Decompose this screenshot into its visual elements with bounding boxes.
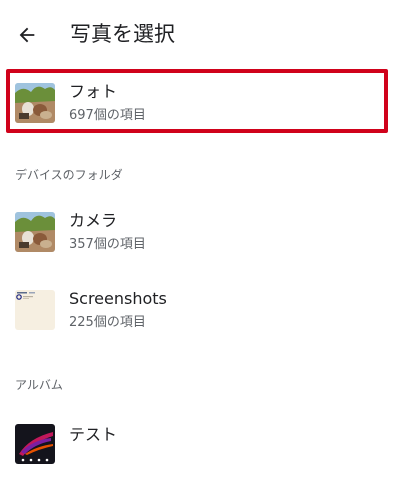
wallpaper-thumbnail [15,424,55,464]
photo-thumbnail [15,212,55,252]
list-item-count: 225個の項目 [69,315,146,330]
photo-thumbnail [15,83,55,123]
list-item-test-album[interactable]: テスト [0,411,400,481]
list-item-title: Screenshots [69,289,167,308]
list-item-camera[interactable]: カメラ 357個の項目 [0,199,400,269]
list-item-title: フォト [69,82,118,101]
list-item-title: カメラ [69,211,118,230]
list-item-count: 697個の項目 [69,108,146,123]
page-title: 写真を選択 [70,22,175,46]
list-item-photos[interactable]: フォト 697個の項目 [0,70,400,140]
list-item-title: テスト [69,425,118,444]
list-item-count: 357個の項目 [69,237,146,252]
section-header-albums: アルバム [15,378,63,392]
list-item-screenshots[interactable]: Screenshots 225個の項目 [0,277,400,347]
app-bar: 写真を選択 [0,0,400,66]
back-button[interactable] [10,18,44,52]
photo-picker-screen: 写真を選択 フォト 697個の項目 デバイスのフォルダ カメラ 357個の項目 … [0,0,400,500]
section-header-device-folders: デバイスのフォルダ [15,168,123,182]
screenshot-thumbnail [15,290,55,330]
arrow-back-icon [19,27,35,43]
